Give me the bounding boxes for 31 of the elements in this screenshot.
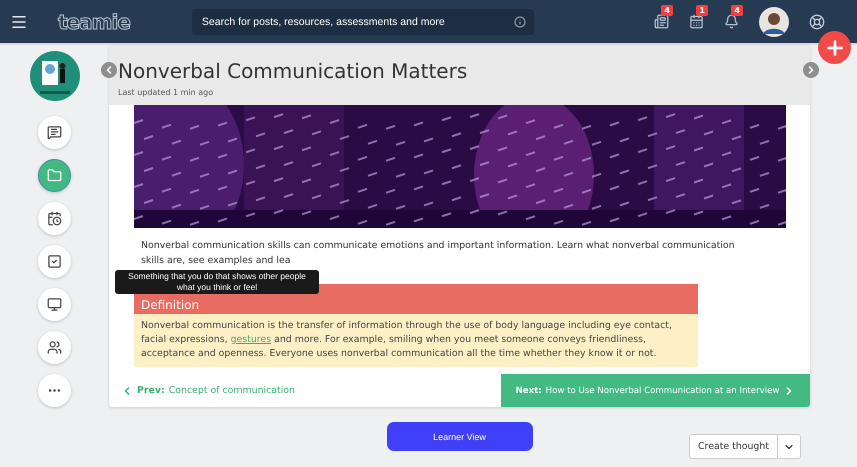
learner-view-button[interactable]: Learner View [386, 422, 532, 451]
folder-icon [47, 168, 62, 183]
search-bar[interactable]: Search for posts, resources, assessments and more [192, 8, 534, 34]
people-icon [47, 340, 62, 355]
definition-text: Nonverbal communication is the transfer of information through the use of body language including eye contact, facial expressions, gestures and more. For example, smiling when you meet someone conveys friendliness, acceptance and openness. Everyone uses nonverbal communication all the time whether they know it or not. [134, 314, 698, 367]
calendar-icon[interactable] [689, 14, 704, 29]
logo[interactable]: teamie [58, 10, 130, 34]
page-title: Nonverbal Communication Matters [118, 59, 468, 83]
sidebar-item[interactable] [38, 331, 71, 364]
sidebar-item[interactable] [38, 202, 71, 235]
monitor-icon [47, 297, 62, 312]
info-icon[interactable] [514, 16, 526, 28]
search-field[interactable]: Search for posts, resources, assessments and more [200, 14, 514, 28]
chat-icon [47, 125, 62, 140]
check-icon [47, 254, 62, 269]
posts-icon[interactable] [654, 14, 669, 29]
last-updated: Last updated 1 min ago [118, 88, 214, 97]
user-avatar[interactable] [759, 6, 789, 36]
count-badge: 4 [731, 5, 743, 16]
bell-icon[interactable] [724, 14, 739, 29]
sidebar-item[interactable] [38, 245, 71, 278]
tooltip: Something that you do that shows other people what you think or feel [115, 270, 319, 294]
schedule-icon [47, 211, 62, 226]
add-button[interactable] [818, 31, 851, 64]
sidebar-item[interactable] [38, 288, 71, 321]
help-icon[interactable] [809, 14, 825, 30]
count-badge: 1 [696, 5, 708, 16]
count-badge: 4 [661, 5, 673, 16]
sidebar-item[interactable] [38, 116, 71, 149]
intro-text: Nonverbal communication skills can communicate emotions and important information. Learn what nonverbal communication skills are, see examples and lea [141, 239, 735, 268]
course-icon [30, 51, 80, 101]
